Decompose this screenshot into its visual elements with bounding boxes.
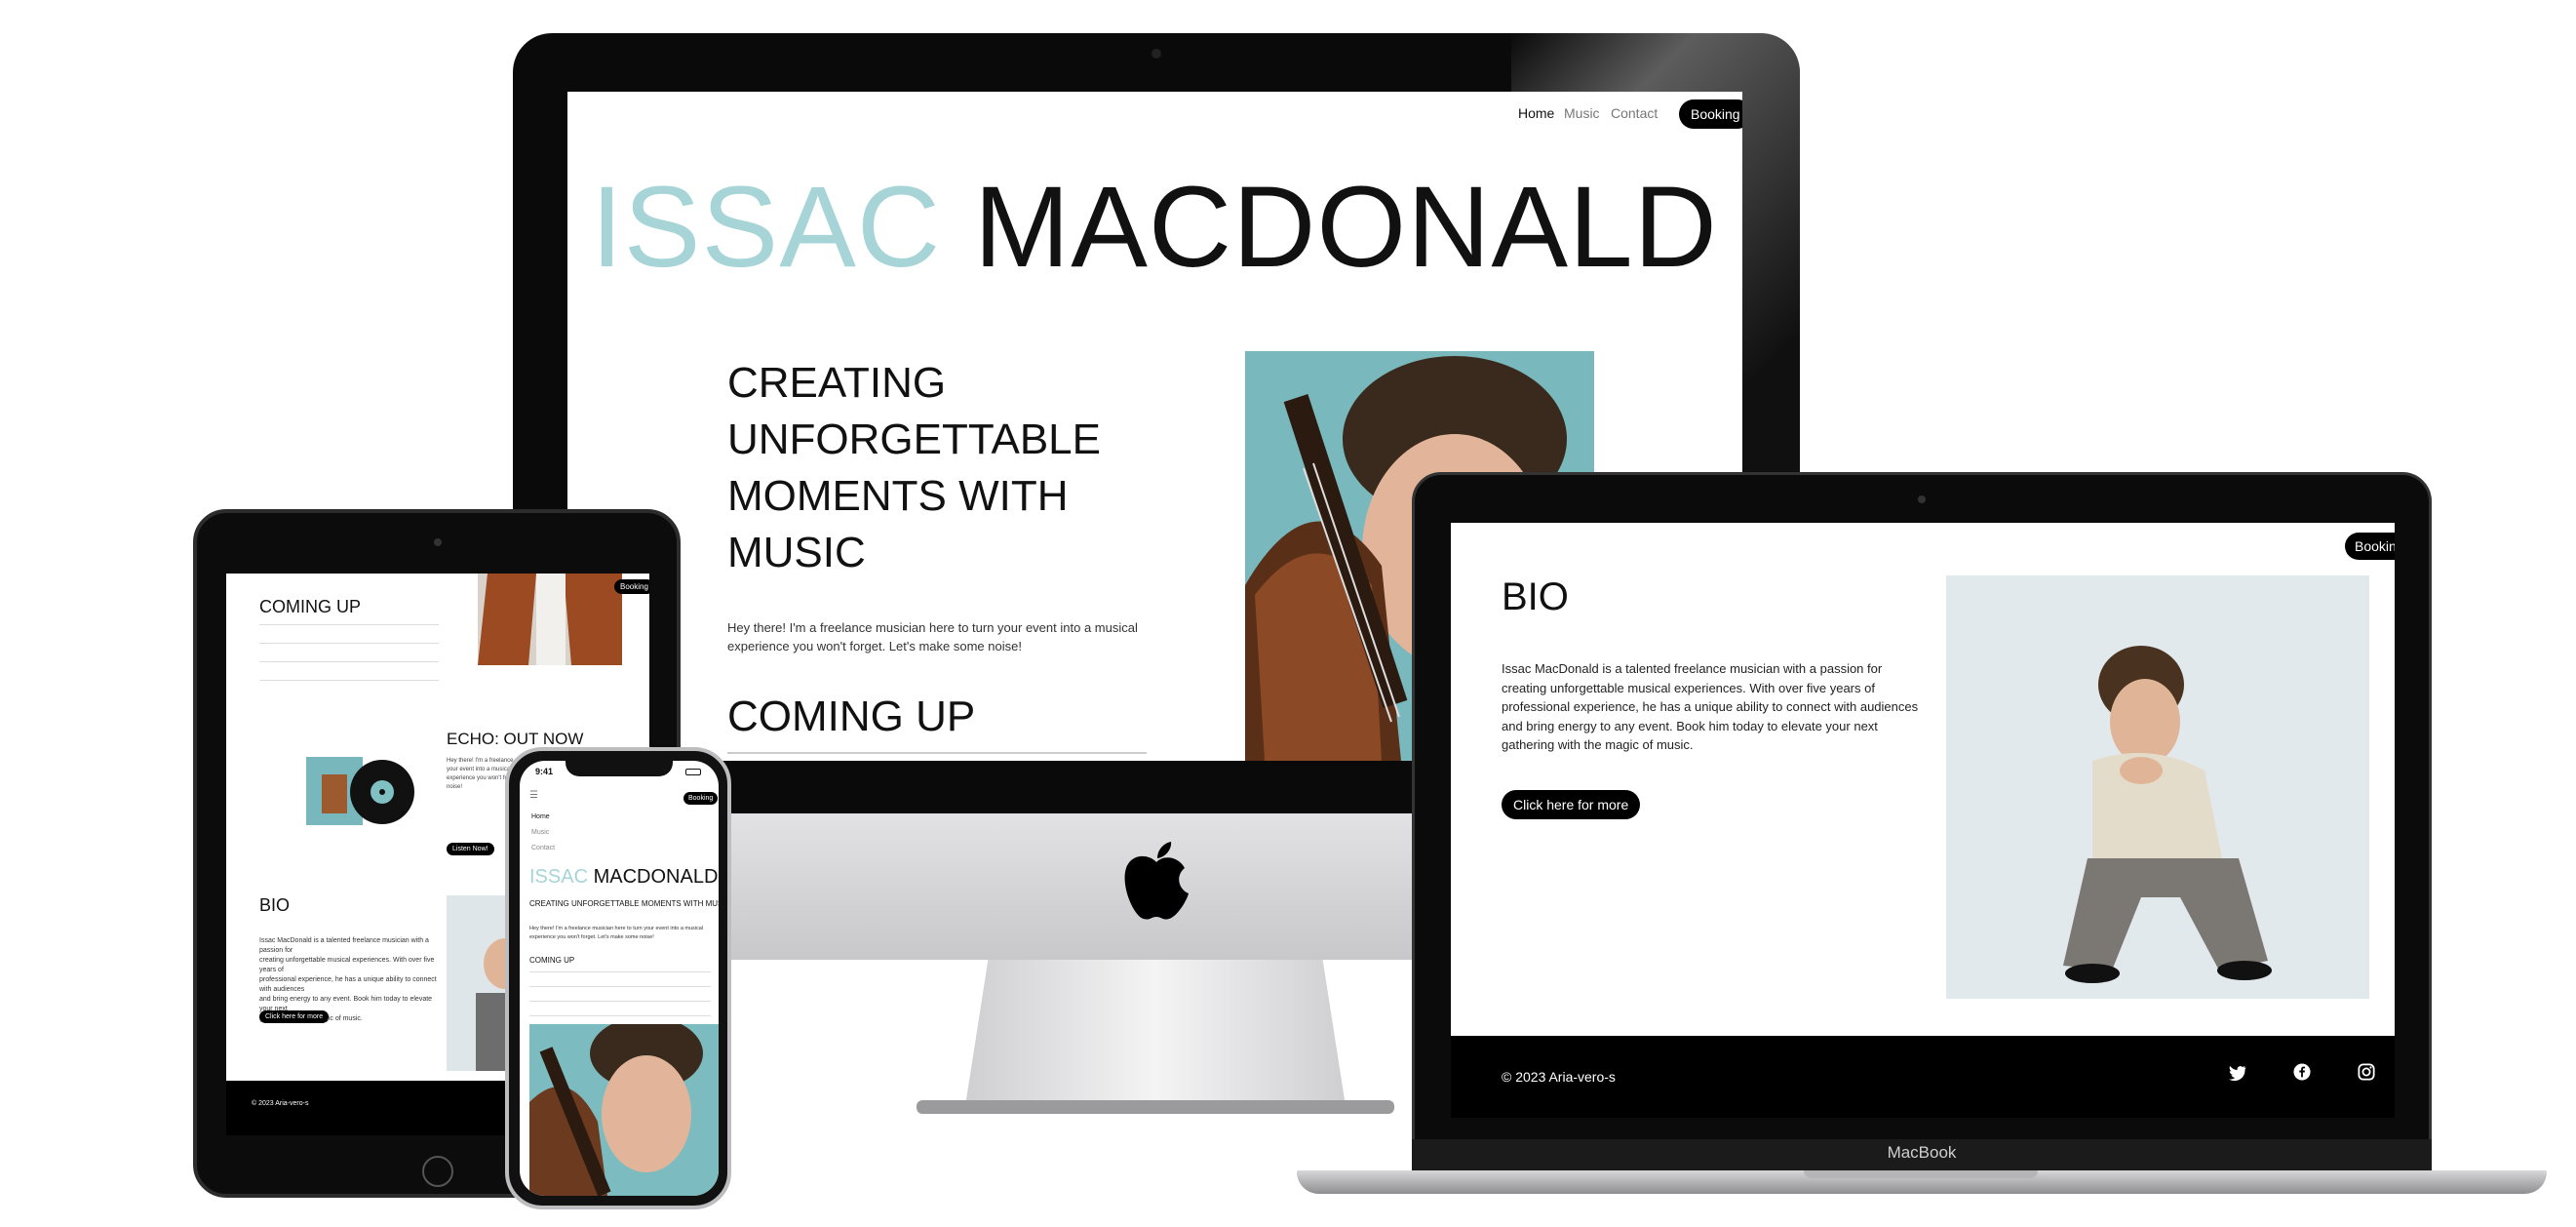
nav-home-link[interactable]: Home xyxy=(531,810,555,825)
footer: © 2023 Aria-vero-s xyxy=(1451,1036,2395,1118)
bio-more-button[interactable]: Click here for more xyxy=(1502,790,1641,819)
battery-icon xyxy=(685,769,701,775)
booking-button[interactable]: Booking xyxy=(614,579,649,594)
footer-copyright: © 2023 Aria-vero-s xyxy=(252,1100,309,1107)
bio-photo xyxy=(1946,575,2369,999)
hero-intro: Hey there! I'm a freelance musician here… xyxy=(529,926,704,940)
tagline-line: MOMENTS WITH xyxy=(727,472,1069,520)
tagline-line: CREATING xyxy=(727,359,947,407)
ipad-camera xyxy=(434,538,442,546)
hamburger-menu-icon[interactable]: ☰ xyxy=(529,790,538,801)
iphone-screen: 9:41 ☰ Booking Home Music Contact ISSAC … xyxy=(520,761,719,1196)
crouching-musician-illustration xyxy=(2063,646,2272,983)
mobile-nav: Home Music Contact xyxy=(531,810,555,856)
coming-up-heading: COMING UP xyxy=(529,956,575,965)
echo-heading: ECHO: OUT NOW xyxy=(447,730,584,748)
listen-now-button[interactable]: Listen Now! xyxy=(447,843,494,855)
facebook-icon[interactable] xyxy=(2293,1063,2311,1086)
event-row-divider xyxy=(259,680,439,681)
apple-logo-icon xyxy=(1124,842,1189,920)
instagram-icon[interactable] xyxy=(2358,1063,2375,1086)
twitter-icon[interactable] xyxy=(2229,1065,2246,1086)
macbook-opening-notch xyxy=(1804,1170,2038,1178)
guitarist-illustration xyxy=(529,1024,703,1196)
event-row-divider xyxy=(529,986,711,987)
hero-last-name: MACDONALD xyxy=(593,866,719,888)
vinyl-record-illustration xyxy=(306,757,414,825)
nav-music-link[interactable]: Music xyxy=(531,825,555,841)
event-row-divider xyxy=(259,624,439,625)
nav-home-link[interactable]: Home xyxy=(1518,105,1554,121)
nav-contact-link[interactable]: Contact xyxy=(1611,105,1658,121)
ipad-home-button xyxy=(422,1156,453,1187)
jacket-illustration xyxy=(478,574,622,665)
event-row-divider xyxy=(727,752,1147,754)
booking-button[interactable]: Booking xyxy=(1679,99,1742,129)
bio-text: Issac MacDonald is a talented freelance … xyxy=(1502,661,1919,752)
bio-more-button[interactable]: Click here for more xyxy=(259,1010,330,1023)
nav-music-link[interactable]: Music xyxy=(1564,105,1600,121)
iphone-notch xyxy=(566,757,673,776)
event-row-divider xyxy=(259,661,439,662)
album-cover xyxy=(306,757,415,825)
event-row-divider xyxy=(529,971,711,972)
imac-camera xyxy=(1151,49,1161,59)
macbook-camera xyxy=(1918,495,1926,503)
hero-name: ISSAC MACDONALD xyxy=(529,866,718,889)
musician-jacket-photo xyxy=(478,574,622,665)
event-row-divider xyxy=(529,1015,711,1016)
status-time: 9:41 xyxy=(535,767,554,776)
booking-button[interactable]: Booking xyxy=(2345,533,2395,560)
imac-stand xyxy=(965,960,1346,1106)
hero-name: ISSAC MACDONALD xyxy=(591,162,1718,295)
coming-up-heading: COMING UP xyxy=(727,693,976,740)
macbook-label: MacBook xyxy=(1887,1143,1957,1162)
hero-tagline: CREATING UNFORGETTABLE MOMENTS WITH MUSI… xyxy=(529,899,719,908)
tagline-line: UNFORGETTABLE xyxy=(727,416,1102,463)
event-row-divider xyxy=(529,1001,711,1002)
hero-tagline: CREATING UNFORGETTABLE MOMENTS WITH MUSI… xyxy=(727,355,1101,581)
hero-first-name: ISSAC xyxy=(591,163,942,292)
footer-copyright: © 2023 Aria-vero-s xyxy=(1502,1069,1616,1085)
bio-heading: BIO xyxy=(1502,575,1569,618)
bio-heading: BIO xyxy=(259,895,291,915)
macbook-screen: Booking BIO Issac MacDonald is a talente… xyxy=(1451,523,2395,1118)
imac-stand-foot xyxy=(917,1100,1394,1114)
booking-button[interactable]: Booking xyxy=(683,792,719,805)
hero-first-name: ISSAC xyxy=(529,866,589,888)
hero-last-name: MACDONALD xyxy=(973,163,1718,292)
event-row-divider xyxy=(259,643,439,644)
tagline-line: MUSIC xyxy=(727,529,866,576)
coming-up-heading: COMING UP xyxy=(259,597,362,616)
nav-contact-link[interactable]: Contact xyxy=(531,841,555,856)
guitarist-photo xyxy=(529,1024,719,1196)
hero-intro: Hey there! I'm a freelance musician here… xyxy=(727,620,1138,653)
